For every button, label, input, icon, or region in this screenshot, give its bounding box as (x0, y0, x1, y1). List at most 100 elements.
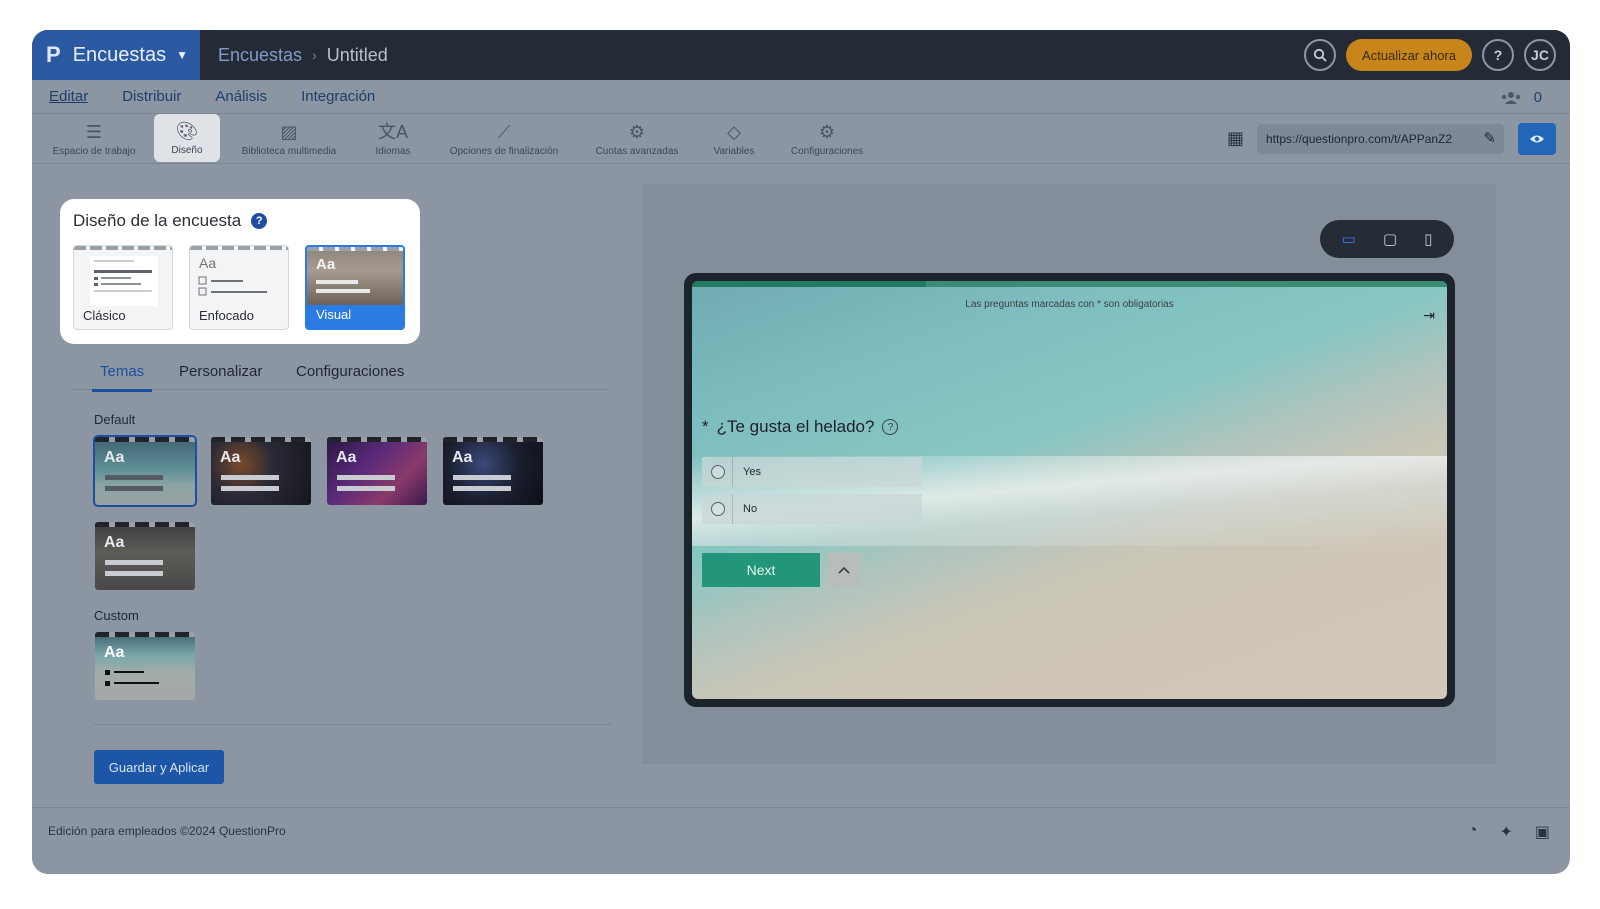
tool-variables[interactable]: ◇ Variables (704, 114, 764, 164)
tool-finish-options[interactable]: ⟋ Opciones de finalización (442, 114, 566, 164)
thumbnail-bullet (105, 681, 110, 686)
main-menu: Editar Distribuir Análisis Integración 0 (32, 80, 1570, 114)
theme-fingerprint[interactable]: Aa (443, 437, 543, 505)
tab-personalizar[interactable]: Personalizar (179, 363, 262, 380)
design-title: Diseño de la encuesta ? (73, 211, 268, 231)
layout-label: Clásico (83, 308, 126, 323)
palette-icon: 🎨︎ (175, 121, 199, 141)
tool-label: Configuraciones (790, 146, 864, 157)
theme-office[interactable]: Aa (95, 522, 195, 590)
sparkle-icon[interactable]: ✦ (1499, 822, 1512, 842)
pencil-icon[interactable]: ✎ (1483, 129, 1496, 147)
thumbnail-stripe (95, 522, 195, 527)
tool-label: Espacio de trabajo (52, 146, 136, 157)
product-switcher[interactable]: P Encuestas ▼ (32, 30, 200, 80)
avatar[interactable]: JC (1524, 39, 1556, 71)
theme-sample-text: Aa (452, 449, 473, 466)
theme-custom-beach[interactable]: Aa (95, 632, 195, 700)
tool-advanced-quotas[interactable]: ⚙ Cuotas avanzadas (590, 114, 684, 164)
thumbnail-line (316, 280, 358, 284)
thumbnail-line (114, 682, 159, 684)
tool-media-library[interactable]: ▨ Biblioteca multimedia (232, 114, 346, 164)
layout-focused[interactable]: Aa Enfocado (189, 245, 289, 330)
theme-beach[interactable]: Aa (93, 435, 197, 507)
answer-option-yes[interactable]: Yes (702, 457, 922, 487)
help-button[interactable]: ? (1482, 39, 1514, 71)
exit-icon[interactable]: ⇥ (1423, 307, 1435, 324)
previous-button[interactable] (827, 553, 861, 587)
design-panel: Diseño de la encuesta ? Clásico Aa Enfoc… (52, 184, 642, 786)
desktop-view-icon[interactable]: ▭ (1342, 230, 1356, 248)
image-icon: ▨ (280, 122, 298, 142)
question-help-icon[interactable]: ? (882, 419, 899, 435)
thumbnail-stripe (211, 437, 311, 442)
survey-preview-pane: ▭ ▢ ▯ Las preguntas marcadas con * son o… (643, 184, 1496, 764)
thumbnail-line (105, 571, 163, 576)
translate-icon: 文A (377, 122, 408, 142)
tool-label: Diseño (171, 145, 203, 156)
thumbnail-line (337, 486, 395, 491)
survey-url-field[interactable]: https://questionpro.com/t/APPanZ2 ✎ (1257, 124, 1504, 154)
option-label: No (743, 503, 758, 515)
next-button[interactable]: Next (702, 553, 820, 587)
tab-configuraciones[interactable]: Configuraciones (296, 363, 404, 380)
tool-label: Cuotas avanzadas (595, 146, 679, 157)
required-marker: * (702, 417, 709, 436)
radio-button[interactable] (711, 465, 725, 479)
tool-label: Variables (713, 146, 755, 157)
menu-editar[interactable]: Editar (49, 88, 88, 105)
focused-layout-thumbnail (198, 276, 267, 296)
divider (732, 457, 733, 487)
users-icon (1501, 91, 1520, 104)
layout-visual[interactable]: Aa Visual (305, 245, 405, 330)
top-right-actions: Actualizar ahora ? JC (1304, 39, 1556, 71)
device-switcher: ▭ ▢ ▯ (1320, 220, 1454, 258)
breadcrumb-parent[interactable]: Encuestas (218, 45, 302, 66)
layout-classic[interactable]: Clásico (73, 245, 173, 330)
tool-workspace[interactable]: ☰ Espacio de trabajo (46, 114, 142, 164)
thumbnail-line (337, 475, 395, 480)
collaborators[interactable]: 0 (1500, 89, 1542, 106)
thumbnail-line (316, 289, 370, 293)
thumbnail-stripe (327, 437, 427, 442)
help-icon[interactable]: ? (251, 213, 268, 229)
menu-distribuir[interactable]: Distribuir (122, 88, 181, 105)
save-apply-button[interactable]: Guardar y Aplicar (94, 750, 224, 784)
tool-settings[interactable]: ⚙ Configuraciones (784, 114, 870, 164)
tool-languages[interactable]: 文A Idiomas (364, 114, 422, 164)
chat-icon[interactable]: ▣ (1535, 822, 1550, 842)
menu-analisis[interactable]: Análisis (215, 88, 267, 105)
qr-code-icon[interactable]: ▦ (1227, 128, 1244, 149)
theme-bokeh[interactable]: Aa (211, 437, 311, 505)
search-button[interactable] (1304, 39, 1337, 71)
custom-themes-label: Custom (94, 608, 139, 623)
preview-button[interactable] (1518, 123, 1556, 155)
tool-design[interactable]: 🎨︎ Diseño (154, 114, 220, 162)
theme-sample-text: Aa (220, 449, 241, 466)
tab-temas[interactable]: Temas (92, 363, 153, 392)
chevron-up-icon (838, 566, 850, 574)
theme-sample-text: Aa (104, 534, 125, 551)
survey-screen: Las preguntas marcadas con * son obligat… (692, 281, 1447, 699)
upgrade-button[interactable]: Actualizar ahora (1346, 39, 1472, 71)
radio-button[interactable] (711, 502, 725, 516)
thumbnail-line (221, 486, 279, 491)
top-bar: P Encuestas ▼ Encuestas › Untitled Actua… (32, 30, 1570, 80)
app-window: P Encuestas ▼ Encuestas › Untitled Actua… (32, 30, 1570, 874)
thumbnail-stripe (443, 437, 543, 442)
divider (94, 724, 611, 725)
product-name: Encuestas (72, 43, 167, 66)
tablet-view-icon[interactable]: ▢ (1383, 230, 1397, 248)
theme-neon[interactable]: Aa (327, 437, 427, 505)
tool-label: Idiomas (375, 146, 411, 157)
design-title-text: Diseño de la encuesta (73, 211, 242, 230)
thumbnail-bullet (105, 670, 110, 675)
magic-wand-icon: ⟋ (497, 122, 511, 142)
breadcrumb-current: Untitled (326, 44, 388, 65)
speedometer-icon[interactable]: ◔ (1468, 822, 1478, 842)
answer-option-no[interactable]: No (702, 494, 922, 524)
mobile-view-icon[interactable]: ▯ (1424, 230, 1432, 248)
divider (732, 494, 733, 524)
thumbnail-line (105, 560, 163, 565)
menu-integracion[interactable]: Integración (301, 88, 375, 105)
